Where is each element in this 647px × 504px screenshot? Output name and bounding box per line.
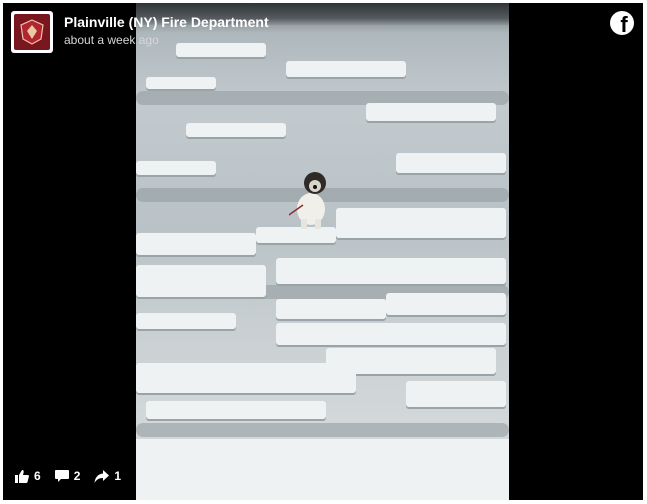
like-button[interactable]: 6 (15, 469, 41, 483)
video-frame[interactable] (136, 3, 509, 500)
thumbs-up-icon (15, 469, 29, 483)
comment-count: 2 (73, 469, 81, 483)
ice-floe (146, 401, 326, 419)
ice-floe (396, 153, 506, 173)
ice-floe (336, 208, 506, 238)
comment-button[interactable]: 2 (54, 469, 81, 483)
ice-floe (136, 265, 266, 297)
page-name-link[interactable]: Plainville (NY) Fire Department (64, 14, 269, 30)
engagement-bar: 6 2 1 (15, 468, 135, 484)
ice-floe (276, 323, 506, 345)
fire-department-logo-icon (14, 14, 50, 50)
ice-floe (146, 77, 216, 89)
share-arrow-icon (94, 469, 110, 483)
facebook-icon[interactable]: f (610, 11, 634, 35)
ice-floe (276, 258, 506, 284)
ice-floe (286, 61, 406, 77)
ice-floe (136, 313, 236, 329)
ice-floe (256, 227, 336, 243)
share-button[interactable]: 1 (94, 469, 121, 483)
video-embed-frame[interactable]: Plainville (NY) Fire Department about a … (3, 3, 643, 500)
dog-on-ice (289, 172, 326, 229)
ice-floe (366, 103, 496, 121)
ice-floe (136, 363, 356, 393)
ice-floe (176, 43, 266, 57)
ice-floe (186, 123, 286, 137)
post-timestamp[interactable]: about a week ago (64, 33, 159, 47)
ice-floe (406, 381, 506, 407)
ice-floe (136, 161, 216, 175)
water-channel (136, 423, 509, 437)
comment-icon (54, 469, 69, 482)
share-count: 1 (114, 469, 122, 483)
ice-floe (276, 299, 386, 319)
ice-floe (136, 233, 256, 255)
page-avatar[interactable] (11, 11, 53, 53)
ice-floe (386, 293, 506, 315)
like-count: 6 (34, 469, 41, 483)
ice-shelf (136, 439, 509, 500)
